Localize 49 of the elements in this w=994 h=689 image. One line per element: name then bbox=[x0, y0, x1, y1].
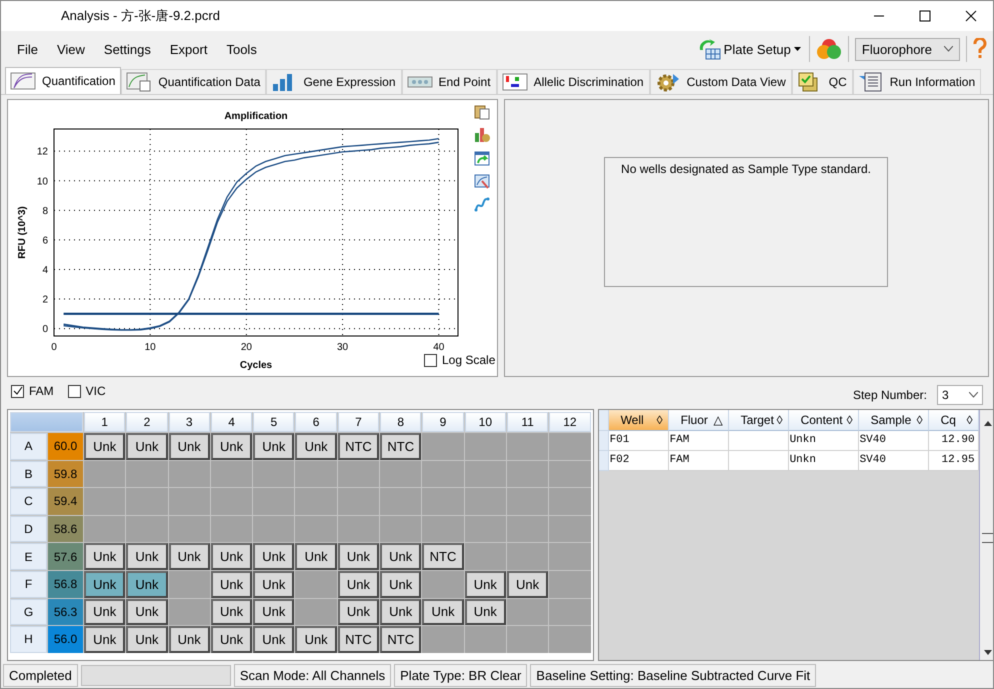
x-tick-label: 30 bbox=[337, 342, 348, 353]
temperature-cell: 58.6 bbox=[48, 516, 83, 542]
sort-mark: ◊ bbox=[656, 413, 663, 427]
x-tick-label: 40 bbox=[433, 342, 444, 353]
x-tick-label: 10 bbox=[144, 342, 156, 353]
step-number-label: Step Number: bbox=[852, 388, 927, 402]
temperature-cell: 57.6 bbox=[48, 543, 83, 570]
temperature-cell: 56.0 bbox=[48, 626, 83, 653]
status-text: Completed bbox=[3, 664, 78, 686]
column-title: Sample bbox=[870, 413, 912, 427]
sort-mark: △ bbox=[714, 413, 723, 427]
temperature-cell: 56.8 bbox=[48, 570, 83, 598]
window-title: Analysis - 方-张-唐-9.2.pcrd bbox=[61, 7, 220, 25]
temperature-cell: 59.8 bbox=[48, 460, 83, 488]
plate-type-text: Plate Type: BR Clear bbox=[394, 664, 528, 686]
y-axis-label: RFU (10^3) bbox=[17, 206, 28, 259]
table-cell: F02 bbox=[608, 451, 669, 471]
column-title: Cq bbox=[940, 413, 956, 427]
column-title: Well bbox=[620, 413, 644, 427]
sort-mark: ◊ bbox=[916, 413, 923, 427]
chart-title: Amplification bbox=[224, 111, 288, 122]
y-tick-label: 10 bbox=[36, 176, 48, 188]
message-text: No wells designated as Sample Type standard. bbox=[621, 162, 871, 178]
checkbox-label: Log Scale bbox=[442, 353, 496, 367]
scan-mode-text: Scan Mode: All Channels bbox=[234, 664, 392, 686]
sort-mark: ◊ bbox=[966, 413, 973, 427]
y-tick-label: 12 bbox=[36, 146, 48, 158]
y-tick-label: 4 bbox=[42, 264, 48, 276]
table-cell: FAM bbox=[668, 451, 729, 471]
table-cell: Unkn bbox=[788, 451, 859, 471]
temperature-cell: 60.0 bbox=[48, 433, 83, 460]
y-tick-label: 6 bbox=[42, 235, 48, 246]
y-tick-label: 0 bbox=[42, 324, 48, 336]
sort-mark: ◊ bbox=[846, 413, 853, 427]
x-tick-label: 0 bbox=[51, 342, 57, 353]
temperature-cell: 59.4 bbox=[48, 488, 83, 515]
baseline-setting-text: Baseline Setting: Baseline Subtracted Curve Fit bbox=[530, 664, 816, 686]
column-title: Target bbox=[740, 413, 774, 427]
column-title: Content bbox=[800, 413, 843, 427]
y-tick-label: 2 bbox=[42, 294, 48, 306]
table-cell: SV40 bbox=[858, 451, 929, 471]
y-tick-label: 8 bbox=[42, 206, 48, 217]
x-axis-label: Cycles bbox=[240, 360, 272, 370]
column-title: Fluor bbox=[680, 413, 708, 427]
checkbox-label: VIC bbox=[86, 384, 106, 398]
x-tick-label: 20 bbox=[240, 342, 252, 353]
checkbox-label: FAM bbox=[29, 384, 54, 398]
sort-mark: ◊ bbox=[776, 413, 783, 427]
temperature-cell: 56.3 bbox=[48, 598, 83, 626]
